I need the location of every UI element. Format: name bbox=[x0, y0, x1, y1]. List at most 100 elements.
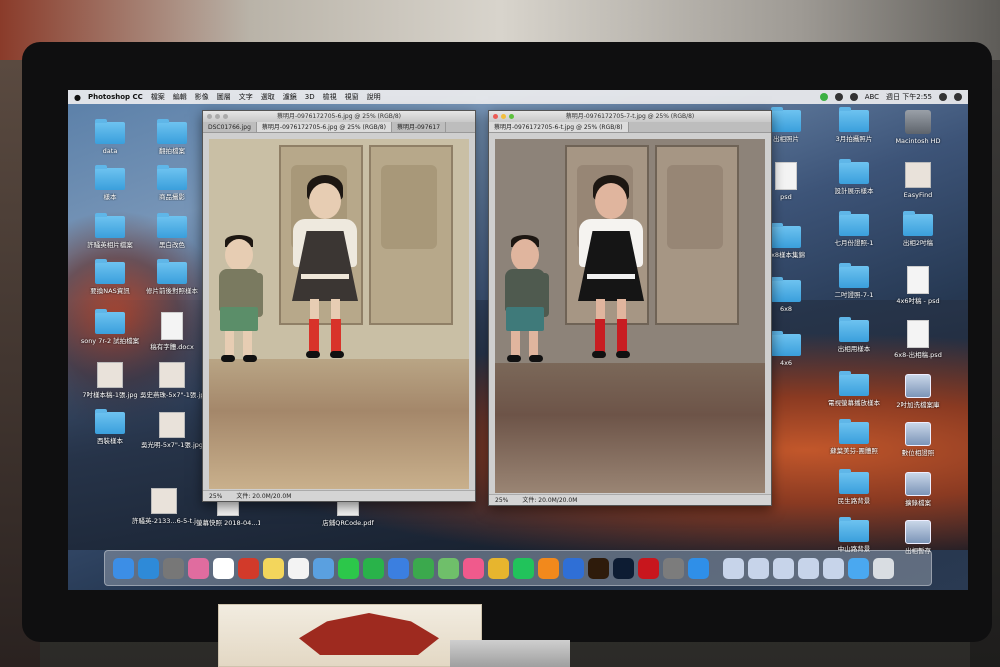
photoshop-icon[interactable] bbox=[613, 557, 634, 579]
desktop-item[interactable]: 電視螢幕播放樣本 bbox=[822, 371, 886, 407]
network-5-icon[interactable] bbox=[823, 557, 844, 579]
desktop-item[interactable]: 黑白改色 bbox=[140, 213, 204, 249]
doc-info[interactable]: 文件: 20.0M/20.0M bbox=[522, 495, 577, 505]
notes-icon[interactable] bbox=[263, 557, 284, 579]
window-titlebar[interactable]: 蔡明月-0976172705-7-t.jpg @ 25% (RGB/8) bbox=[489, 111, 771, 122]
calendar-icon[interactable] bbox=[213, 557, 234, 579]
photos-icon[interactable] bbox=[188, 557, 209, 579]
desktop-item[interactable]: 出相2吋稿 bbox=[886, 211, 950, 247]
desktop-item[interactable]: 數位相證照 bbox=[886, 422, 950, 457]
acrobat-icon[interactable] bbox=[238, 557, 259, 579]
close-window-icon[interactable] bbox=[493, 114, 498, 119]
desktop-item[interactable]: 民生路背景 bbox=[822, 469, 886, 505]
zoom-level[interactable]: 25% bbox=[209, 491, 222, 501]
system-preferences-icon[interactable] bbox=[663, 557, 684, 579]
desktop-item[interactable]: 修片前後對照樣本 bbox=[140, 259, 204, 295]
clock[interactable]: 週日 下午2:55 bbox=[886, 92, 932, 102]
filezilla-icon[interactable] bbox=[638, 557, 659, 579]
apple-menu-icon[interactable]: ● bbox=[74, 93, 82, 102]
photo-canvas-faded[interactable] bbox=[209, 139, 469, 489]
desktop-item[interactable]: 擴錄檔案 bbox=[886, 472, 950, 507]
menu-view[interactable]: 檢視 bbox=[323, 92, 337, 102]
menu-edit[interactable]: 編輯 bbox=[173, 92, 187, 102]
chrome-icon[interactable] bbox=[488, 557, 509, 579]
numbers-icon[interactable] bbox=[413, 557, 434, 579]
finder-icon[interactable] bbox=[113, 557, 134, 579]
desktop-item[interactable]: 2吋加洗檔案庫 bbox=[886, 374, 950, 409]
menu-filter[interactable]: 濾鏡 bbox=[283, 92, 297, 102]
desktop-item[interactable]: 許騷英-2133...6-5-t.jpg bbox=[132, 488, 196, 525]
network-3-icon[interactable] bbox=[773, 557, 794, 579]
doc-info[interactable]: 文件: 20.0M/20.0M bbox=[236, 491, 291, 501]
desktop-item[interactable]: 翻拍檔案 bbox=[140, 119, 204, 155]
menu-3d[interactable]: 3D bbox=[305, 93, 315, 101]
tab-active[interactable]: 蔡明月-0976172705-6-t.jpg @ 25% (RGB/8) bbox=[489, 122, 629, 132]
desktop-item[interactable]: 7吋樣本稿-1張.jpg bbox=[78, 362, 142, 399]
desktop-item[interactable]: 3月拍攝照片 bbox=[822, 107, 886, 143]
tab-dsc[interactable]: DSC01766.jpg bbox=[203, 122, 257, 132]
downloads-icon[interactable] bbox=[848, 557, 869, 579]
menu-image[interactable]: 影像 bbox=[195, 92, 209, 102]
safari-icon[interactable] bbox=[138, 557, 159, 579]
desktop-item[interactable]: Macintosh HD bbox=[886, 110, 950, 145]
desktop-item[interactable]: 6x8-出相稿.psd bbox=[886, 320, 950, 359]
illustrator-icon[interactable] bbox=[588, 557, 609, 579]
launchpad-icon[interactable] bbox=[163, 557, 184, 579]
window-titlebar[interactable]: 蔡明月-0976172705-6.jpg @ 25% (RGB/8) bbox=[203, 111, 475, 122]
desktop-item[interactable]: 樣本 bbox=[78, 165, 142, 201]
close-window-icon[interactable] bbox=[207, 114, 212, 119]
line-icon[interactable] bbox=[513, 557, 534, 579]
zoom-window-icon[interactable] bbox=[509, 114, 514, 119]
desktop-item[interactable]: 七月份證照-1 bbox=[822, 211, 886, 247]
photoshop-window-after[interactable]: 蔡明月-0976172705-7-t.jpg @ 25% (RGB/8) 蔡明月… bbox=[488, 110, 772, 506]
preview-icon[interactable] bbox=[313, 557, 334, 579]
desktop-item[interactable]: data bbox=[78, 119, 142, 155]
desktop-item[interactable]: 吳光明-5x7"-1張.jpg bbox=[140, 412, 204, 449]
desktop-item[interactable]: sony 7r-2 試拍檔案 bbox=[78, 309, 142, 345]
network-2-icon[interactable] bbox=[748, 557, 769, 579]
menu-help[interactable]: 說明 bbox=[367, 92, 381, 102]
appstore-icon[interactable] bbox=[688, 557, 709, 579]
wifi-icon[interactable] bbox=[849, 93, 858, 101]
keynote-icon[interactable] bbox=[388, 557, 409, 579]
menu-layer[interactable]: 圖層 bbox=[217, 92, 231, 102]
desktop-item[interactable]: 二吋證照-7-1 bbox=[822, 263, 886, 299]
status-green-icon[interactable] bbox=[819, 93, 828, 101]
photo-canvas-restored[interactable] bbox=[495, 139, 765, 493]
zoom-level[interactable]: 25% bbox=[495, 495, 508, 505]
trash-icon[interactable] bbox=[873, 557, 894, 579]
minimize-window-icon[interactable] bbox=[501, 114, 506, 119]
notification-center-icon[interactable] bbox=[954, 93, 962, 101]
menu-window[interactable]: 視窗 bbox=[345, 92, 359, 102]
desktop-item[interactable]: 4x6吋稿 - psd bbox=[886, 266, 950, 305]
desktop-item[interactable]: 蘇葉美芬-團體照 bbox=[822, 419, 886, 455]
music-icon[interactable] bbox=[463, 557, 484, 579]
maps-icon[interactable] bbox=[438, 557, 459, 579]
desktop-item[interactable]: 許騷英相片檔案 bbox=[78, 213, 142, 249]
desktop-item[interactable]: 商品攝影 bbox=[140, 165, 204, 201]
menu-type[interactable]: 文字 bbox=[239, 92, 253, 102]
desktop-item[interactable]: 中山路背景 bbox=[822, 517, 886, 553]
menu-select[interactable]: 選取 bbox=[261, 92, 275, 102]
menu-file[interactable]: 檔案 bbox=[151, 92, 165, 102]
desktop-item[interactable]: 西裝樣本 bbox=[78, 409, 142, 445]
minimize-window-icon[interactable] bbox=[215, 114, 220, 119]
network-1-icon[interactable] bbox=[723, 557, 744, 579]
app-menu[interactable]: Photoshop CC bbox=[88, 93, 143, 101]
desktop-item[interactable]: 設計展示樣本 bbox=[822, 159, 886, 195]
status-drive-icon[interactable] bbox=[834, 93, 843, 101]
reminders-icon[interactable] bbox=[288, 557, 309, 579]
desktop-item[interactable]: 吳史燕珠-5x7"-1張.jpg bbox=[140, 362, 204, 399]
spotlight-icon[interactable] bbox=[939, 93, 947, 101]
tab-active[interactable]: 蔡明月-0976172705-6.jpg @ 25% (RGB/8) bbox=[256, 122, 392, 132]
ibooks-icon[interactable] bbox=[538, 557, 559, 579]
facetime-icon[interactable] bbox=[363, 557, 384, 579]
input-source[interactable]: ABC bbox=[865, 93, 879, 101]
network-4-icon[interactable] bbox=[798, 557, 819, 579]
quicktime-icon[interactable] bbox=[563, 557, 584, 579]
tab-other[interactable]: 蔡明月-097617 bbox=[392, 122, 447, 132]
messages-icon[interactable] bbox=[338, 557, 359, 579]
photoshop-window-before[interactable]: 蔡明月-0976172705-6.jpg @ 25% (RGB/8) DSC01… bbox=[202, 110, 476, 502]
desktop-item[interactable]: 要換NAS資訊 bbox=[78, 259, 142, 295]
desktop-item[interactable]: 稿有字體.docx bbox=[140, 312, 204, 351]
